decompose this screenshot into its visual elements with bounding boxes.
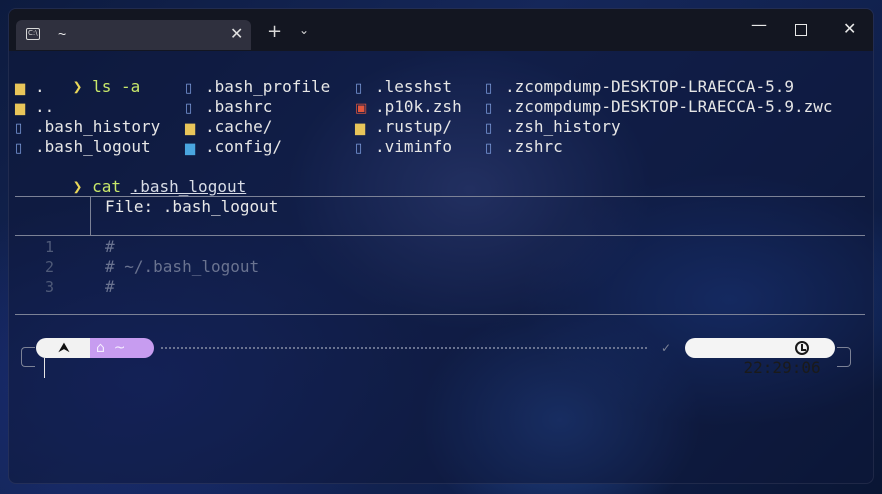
listing-entry: ▆ .config/ <box>185 137 282 159</box>
entry-name: .bash_history <box>35 117 161 136</box>
entry-name: . <box>35 77 45 96</box>
entry-name: .zsh_history <box>505 117 621 136</box>
prompt-chevron: ❯ <box>72 177 83 196</box>
code-line: # <box>105 277 115 296</box>
line-number: 2 <box>45 258 55 276</box>
file-icon: ▯ <box>355 141 363 156</box>
listing-entry: ▯ .zcompdump-DESKTOP-LRAECCA-5.9.zwc <box>485 97 833 119</box>
bat-header-separator <box>90 196 91 235</box>
listing-entry: ▯ .bash_profile <box>185 77 330 99</box>
tab-title: ~ <box>58 26 67 42</box>
os-segment: ⮝ <box>36 338 92 358</box>
file-icon: ▯ <box>15 121 23 136</box>
status-check-icon: ✓ <box>661 341 672 355</box>
file-icon: ▯ <box>485 141 493 156</box>
command-text: ls -a <box>92 77 141 96</box>
tab-home[interactable]: C:\ ~ ✕ <box>16 20 251 50</box>
folder-icon: ▆ <box>185 121 195 136</box>
file-icon: ▯ <box>15 141 23 156</box>
entry-name: .zcompdump-DESKTOP-LRAECCA-5.9 <box>505 77 794 96</box>
listing-entry: ▆ .cache/ <box>185 117 272 139</box>
listing-entry: ▯ .bash_logout <box>15 137 151 159</box>
bat-file-header: File: .bash_logout <box>105 197 279 216</box>
listing-entry: ▯ .bash_history <box>15 117 160 139</box>
prompt-frame-right <box>837 347 851 367</box>
entry-name: .rustup/ <box>375 117 453 136</box>
listing-entry: ▯ .bashrc <box>185 97 272 119</box>
entry-name: .bash_profile <box>205 77 331 96</box>
minimize-button[interactable]: — <box>751 15 767 34</box>
entry-name: .bashrc <box>205 97 273 116</box>
code-line: # <box>105 237 115 256</box>
file-icon: ▯ <box>485 81 493 96</box>
tab-close-icon[interactable]: ✕ <box>230 24 243 43</box>
time-segment: 22:29:06 <box>685 338 835 377</box>
prompt-frame-left <box>21 347 35 367</box>
listing-entry: ▣ .p10k.zsh <box>355 97 462 119</box>
listing-entry: ▯ .zsh_history <box>485 117 621 139</box>
bat-border-bottom <box>15 314 865 315</box>
command-line-2: ❯ cat .bash_logout <box>15 157 246 196</box>
tab-dropdown-button[interactable]: ⌄ <box>299 23 309 37</box>
file-icon: ▯ <box>485 121 493 136</box>
file-icon: ▯ <box>185 101 193 116</box>
dir-segment: ⌂ ~ <box>90 338 154 358</box>
folder-icon: ▆ <box>15 101 25 116</box>
entry-name: .zcompdump-DESKTOP-LRAECCA-5.9.zwc <box>505 97 833 116</box>
listing-entry: ▆.. <box>15 97 54 119</box>
listing-entry: ▯ .lesshst <box>355 77 452 99</box>
listing-entry: ▆ .rustup/ <box>355 117 452 139</box>
config-folder-icon: ▆ <box>185 141 195 156</box>
script-icon: ▣ <box>355 101 368 116</box>
current-dir: ~ <box>113 340 126 356</box>
entry-name: .config/ <box>205 137 283 156</box>
entry-name: .p10k.zsh <box>375 97 462 116</box>
entry-name: .. <box>35 97 55 116</box>
terminal-icon: C:\ <box>26 28 40 40</box>
text-cursor <box>44 358 45 378</box>
entry-name: .bash_logout <box>35 137 151 156</box>
prompt-filler-dots <box>161 347 647 349</box>
entry-name: .cache/ <box>205 117 273 136</box>
clock-icon <box>795 341 809 355</box>
terminal-window: C:\ ~ ✕ + ⌄ — ✕ ❯ ls -a ▆. ▆.. ▯ .bash_hist… <box>8 8 874 484</box>
maximize-button[interactable] <box>795 24 807 36</box>
prompt-time: 22:29:06 <box>743 358 821 377</box>
home-icon: ⌂ <box>96 340 105 356</box>
entry-name: .lesshst <box>375 77 453 96</box>
line-number: 3 <box>45 278 55 296</box>
arch-linux-icon: ⮝ <box>58 340 70 356</box>
title-bar: C:\ ~ ✕ + ⌄ — ✕ <box>9 9 873 51</box>
file-icon: ▯ <box>185 81 193 96</box>
listing-entry: ▯ .zcompdump-DESKTOP-LRAECCA-5.9 <box>485 77 794 99</box>
listing-entry: ▯ .viminfo <box>355 137 452 159</box>
command-line-1: ❯ ls -a <box>15 57 140 96</box>
code-line: # ~/.bash_logout <box>105 257 260 276</box>
listing-entry: ▯ .zshrc <box>485 137 563 159</box>
bat-border-mid <box>15 235 865 236</box>
line-number: 1 <box>45 238 55 256</box>
listing-entry: ▆. <box>15 77 45 99</box>
new-tab-button[interactable]: + <box>267 21 282 42</box>
entry-name: .zshrc <box>505 137 563 156</box>
file-icon: ▯ <box>485 101 493 116</box>
command-text: cat <box>92 177 121 196</box>
folder-icon: ▆ <box>355 121 365 136</box>
folder-icon: ▆ <box>15 81 25 96</box>
command-argument: .bash_logout <box>130 177 247 196</box>
file-icon: ▯ <box>355 81 363 96</box>
entry-name: .viminfo <box>375 137 453 156</box>
prompt-chevron: ❯ <box>72 77 83 96</box>
close-window-button[interactable]: ✕ <box>843 19 856 38</box>
